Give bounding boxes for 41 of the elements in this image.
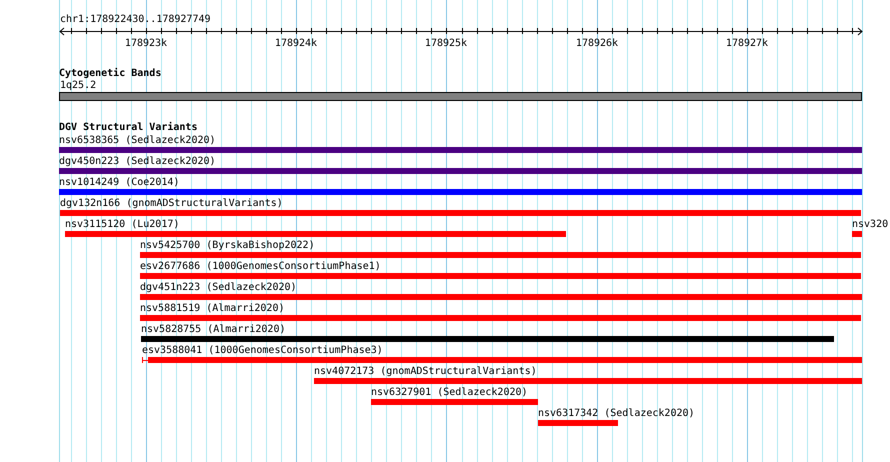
variant-label: dgv132n166 (gnomADStructuralVariants) — [60, 198, 283, 209]
range-label: chr1:178922430..178927749 — [60, 14, 211, 26]
variant-label: nsv4072173 (gnomADStructuralVariants) — [314, 366, 537, 377]
variant-bar[interactable] — [140, 315, 861, 321]
tick-label: 178927k — [726, 38, 768, 49]
variant-label: nsv3115120 (Lu2017) — [65, 219, 180, 230]
variant-bar[interactable] — [314, 378, 862, 384]
variant-bar[interactable] — [538, 420, 618, 426]
variant-bar[interactable] — [60, 210, 861, 216]
whisker-icon — [142, 357, 148, 363]
variant-label: nsv5425700 (ByrskaBishop2022) — [140, 240, 315, 251]
variant-bar[interactable] — [140, 294, 862, 300]
variant-label: nsv5881519 (Almarri2020) — [140, 303, 284, 314]
tick-label: 178923k — [124, 38, 168, 49]
variant-label: esv3588041 (1000GenomesConsortiumPhase3) — [142, 345, 383, 356]
variant-label: esv2677686 (1000GenomesConsortiumPhase1) — [140, 261, 381, 272]
variant-label: nsv320 — [852, 219, 888, 230]
variant-bar[interactable] — [141, 336, 834, 342]
track-title: Cytogenetic Bands — [59, 68, 162, 80]
variant-bar[interactable] — [371, 399, 538, 405]
variant-bar[interactable] — [59, 189, 862, 195]
tick-label: 178925k — [424, 38, 468, 49]
variant-bar[interactable] — [852, 231, 862, 237]
variant-label: nsv6538365 (Sedlazeck2020) — [59, 135, 216, 146]
track-title: DGV Structural Variants — [59, 122, 198, 134]
variant-bar[interactable] — [140, 252, 861, 258]
variant-bar[interactable] — [148, 357, 862, 363]
variant-bar[interactable] — [59, 168, 862, 174]
variant-label: nsv6317342 (Sedlazeck2020) — [538, 408, 695, 419]
tick-label: 178924k — [274, 38, 318, 49]
tick-label: 178926k — [576, 38, 618, 49]
variant-label: nsv6327901 (Sedlazeck2020) — [371, 387, 528, 398]
variant-label: nsv5828755 (Almarri2020) — [141, 324, 286, 335]
variant-bar[interactable] — [140, 273, 861, 279]
variant-label: dgv451n223 (Sedlazeck2020) — [140, 282, 297, 293]
variant-bar[interactable] — [65, 231, 566, 237]
cytoband-bar[interactable] — [59, 92, 862, 101]
variant-label: nsv1014249 (Coe2014) — [59, 177, 180, 188]
variant-label: dgv450n223 (Sedlazeck2020) — [59, 156, 216, 167]
band-label: 1q25.2 — [60, 80, 96, 91]
variant-bar[interactable] — [59, 147, 862, 153]
